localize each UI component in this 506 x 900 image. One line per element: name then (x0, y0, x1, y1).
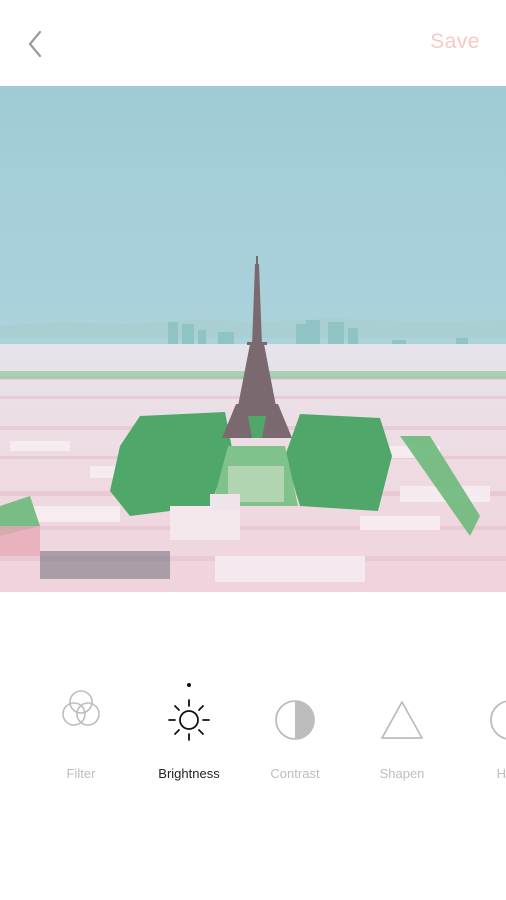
tool-brightness-label: Brightness (158, 766, 220, 781)
contrast-half-circle-icon (275, 700, 315, 740)
photo-preview (0, 86, 506, 592)
tool-contrast-label: Contrast (270, 766, 320, 781)
chevron-left-icon (28, 30, 42, 58)
tool-brightness[interactable]: Brightness (135, 676, 243, 786)
tool-contrast[interactable]: Contrast (241, 676, 349, 786)
edit-tools-bar: Filter Brightness Contrast Shapen H (0, 676, 506, 786)
highlight-icon (490, 700, 506, 740)
active-indicator-dot (187, 683, 191, 687)
city-photo-image (0, 86, 506, 592)
sun-icon (168, 699, 210, 741)
tool-highlight-label: High (496, 766, 506, 781)
back-button[interactable] (18, 26, 54, 62)
tool-filter[interactable]: Filter (27, 676, 135, 786)
save-button[interactable]: Save (430, 30, 480, 54)
triangle-icon (381, 701, 423, 739)
tool-shapen-label: Shapen (379, 766, 425, 781)
filter-circles-icon (62, 690, 100, 726)
tool-shapen[interactable]: Shapen (348, 676, 456, 786)
top-bar: Save (0, 0, 506, 86)
tool-filter-label: Filter (66, 766, 96, 781)
tool-highlight[interactable]: High (456, 676, 506, 786)
